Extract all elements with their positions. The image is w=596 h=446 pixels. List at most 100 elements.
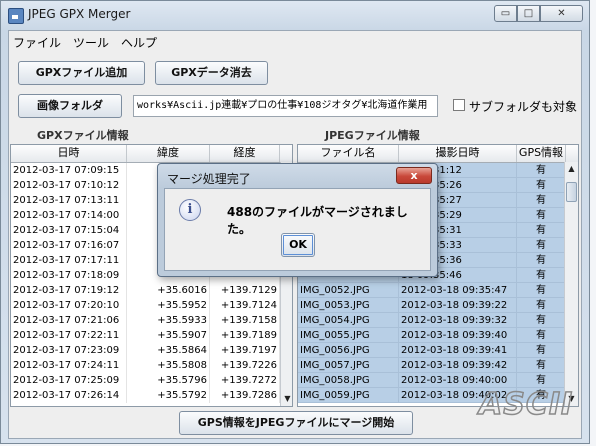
table-cell: 有 (517, 163, 566, 178)
table-cell: 有 (517, 193, 566, 208)
table-cell: +139.7272 (210, 373, 280, 388)
scroll-down-icon[interactable]: ▼ (281, 392, 292, 406)
jpeg-col-gps[interactable]: GPS情報 (517, 145, 566, 162)
table-cell: 有 (517, 268, 566, 283)
table-cell: +35.5933 (127, 313, 210, 328)
table-cell: 有 (517, 208, 566, 223)
table-cell: +35.5792 (127, 388, 210, 403)
table-row[interactable]: 2012-03-17 07:22:11 +35.5907 +139.7189 (11, 328, 292, 343)
table-cell: 2012-03-17 07:19:12 (11, 283, 127, 298)
table-cell: 2012-03-17 07:22:11 (11, 328, 127, 343)
jpeg-scrollbar[interactable]: ▲ ▼ (564, 162, 578, 406)
table-row[interactable]: IMG_0057.JPG 2012-03-18 09:39:42 有 (298, 358, 566, 373)
folder-path-field[interactable]: works¥Ascii.jp連載¥プロの仕事¥108ジオタグ¥北海道作業用 (133, 95, 438, 117)
table-row[interactable]: IMG_0056.JPG 2012-03-18 09:39:41 有 (298, 343, 566, 358)
table-row[interactable]: IMG_0055.JPG 2012-03-18 09:39:40 有 (298, 328, 566, 343)
dialog-close-button[interactable]: x (396, 167, 432, 184)
table-cell: 有 (517, 373, 566, 388)
table-cell: +139.7197 (210, 343, 280, 358)
table-row[interactable]: IMG_0053.JPG 2012-03-18 09:39:22 有 (298, 298, 566, 313)
ok-button[interactable]: OK (281, 233, 315, 257)
table-cell: +35.5796 (127, 373, 210, 388)
app-icon (8, 8, 24, 24)
table-cell: 有 (517, 358, 566, 373)
table-cell: 2012-03-17 07:15:04 (11, 223, 127, 238)
table-cell: 有 (517, 253, 566, 268)
table-cell: 有 (517, 328, 566, 343)
table-cell: 2012-03-18 09:39:40 (399, 328, 517, 343)
clear-gpx-button[interactable]: GPXデータ消去 (155, 61, 268, 85)
table-row[interactable]: 2012-03-17 07:24:11 +35.5808 +139.7226 (11, 358, 292, 373)
table-row[interactable]: 2012-03-17 07:21:06 +35.5933 +139.7158 (11, 313, 292, 328)
table-cell: 2012-03-17 07:18:09 (11, 268, 127, 283)
subfolders-label: サブフォルダも対象 (469, 100, 578, 114)
subfolders-checkbox[interactable] (453, 99, 465, 111)
jpeg-col-shot-datetime[interactable]: 撮影日時 (399, 145, 517, 162)
table-cell: 2012-03-17 07:23:09 (11, 343, 127, 358)
table-cell: +139.7158 (210, 313, 280, 328)
table-cell: 2012-03-18 09:39:32 (399, 313, 517, 328)
maximize-button[interactable]: □ (517, 5, 540, 22)
table-cell: +139.7189 (210, 328, 280, 343)
table-cell: IMG_0054.JPG (298, 313, 399, 328)
gpx-header-corner (280, 145, 292, 162)
menu-file[interactable]: ファイル (13, 34, 61, 51)
table-cell: IMG_0059.JPG (298, 388, 399, 403)
table-cell: 2012-03-17 07:13:11 (11, 193, 127, 208)
add-gpx-button[interactable]: GPXファイル追加 (18, 61, 145, 85)
jpeg-col-filename[interactable]: ファイル名 (298, 145, 399, 162)
table-cell: 2012-03-18 09:39:41 (399, 343, 517, 358)
table-cell: 2012-03-17 07:21:06 (11, 313, 127, 328)
table-cell: 2012-03-17 07:16:07 (11, 238, 127, 253)
table-row[interactable]: IMG_0058.JPG 2012-03-18 09:40:00 有 (298, 373, 566, 388)
dialog-message: 488のファイルがマージされました。 (227, 205, 408, 236)
menu-tools[interactable]: ツール (73, 34, 109, 51)
table-cell: IMG_0058.JPG (298, 373, 399, 388)
merge-complete-dialog: マージ処理完了 x i 488のファイルがマージされました。 OK (157, 163, 438, 277)
gpx-col-datetime[interactable]: 日時 (11, 145, 127, 162)
table-cell: +139.7286 (210, 388, 280, 403)
table-cell: 2012-03-17 07:10:12 (11, 178, 127, 193)
dialog-body: i 488のファイルがマージされました。 OK (164, 188, 431, 271)
gpx-section-label: GPXファイル情報 (37, 129, 129, 142)
gpx-table-header: 日時 緯度 経度 (11, 145, 292, 163)
table-cell: IMG_0055.JPG (298, 328, 399, 343)
table-row[interactable]: 2012-03-17 07:19:12 +35.6016 +139.7129 (11, 283, 292, 298)
menu-help[interactable]: ヘルプ (121, 34, 157, 51)
minimize-button[interactable]: ▭ (494, 5, 517, 22)
table-cell: +139.7124 (210, 298, 280, 313)
table-cell: 有 (517, 343, 566, 358)
table-cell: +35.5952 (127, 298, 210, 313)
table-row[interactable]: 2012-03-17 07:26:14 +35.5792 +139.7286 (11, 388, 292, 403)
table-cell: 有 (517, 298, 566, 313)
info-icon: i (179, 199, 201, 221)
table-row[interactable]: 2012-03-17 07:20:10 +35.5952 +139.7124 (11, 298, 292, 313)
table-row[interactable]: IMG_0054.JPG 2012-03-18 09:39:32 有 (298, 313, 566, 328)
table-cell: +139.7129 (210, 283, 280, 298)
table-cell: 2012-03-18 09:35:47 (399, 283, 517, 298)
scroll-thumb[interactable] (566, 182, 577, 202)
title-bar: JPEG GPX Merger ▭ □ ✕ (1, 1, 589, 29)
scroll-up-icon[interactable]: ▲ (565, 162, 578, 176)
table-row[interactable]: IMG_0052.JPG 2012-03-18 09:35:47 有 (298, 283, 566, 298)
table-cell: 有 (517, 283, 566, 298)
table-cell: 2012-03-18 09:39:22 (399, 298, 517, 313)
table-cell: 2012-03-17 07:09:15 (11, 163, 127, 178)
gpx-col-lat[interactable]: 緯度 (127, 145, 210, 162)
start-merge-button[interactable]: GPS情報をJPEGファイルにマージ開始 (179, 411, 413, 435)
table-cell: 2012-03-17 07:14:00 (11, 208, 127, 223)
table-cell: +35.6016 (127, 283, 210, 298)
table-cell: +139.7226 (210, 358, 280, 373)
table-row[interactable]: 2012-03-17 07:25:09 +35.5796 +139.7272 (11, 373, 292, 388)
jpeg-section-label: JPEGファイル情報 (325, 129, 420, 142)
dialog-title: マージ処理完了 (167, 172, 251, 186)
table-cell: +35.5808 (127, 358, 210, 373)
close-window-button[interactable]: ✕ (540, 5, 583, 22)
table-cell: 有 (517, 178, 566, 193)
table-cell: 2012-03-17 07:24:11 (11, 358, 127, 373)
table-cell: 2012-03-18 09:39:42 (399, 358, 517, 373)
table-cell: 2012-03-17 07:26:14 (11, 388, 127, 403)
gpx-col-lon[interactable]: 経度 (210, 145, 280, 162)
image-folder-button[interactable]: 画像フォルダ (18, 94, 122, 118)
table-row[interactable]: 2012-03-17 07:23:09 +35.5864 +139.7197 (11, 343, 292, 358)
